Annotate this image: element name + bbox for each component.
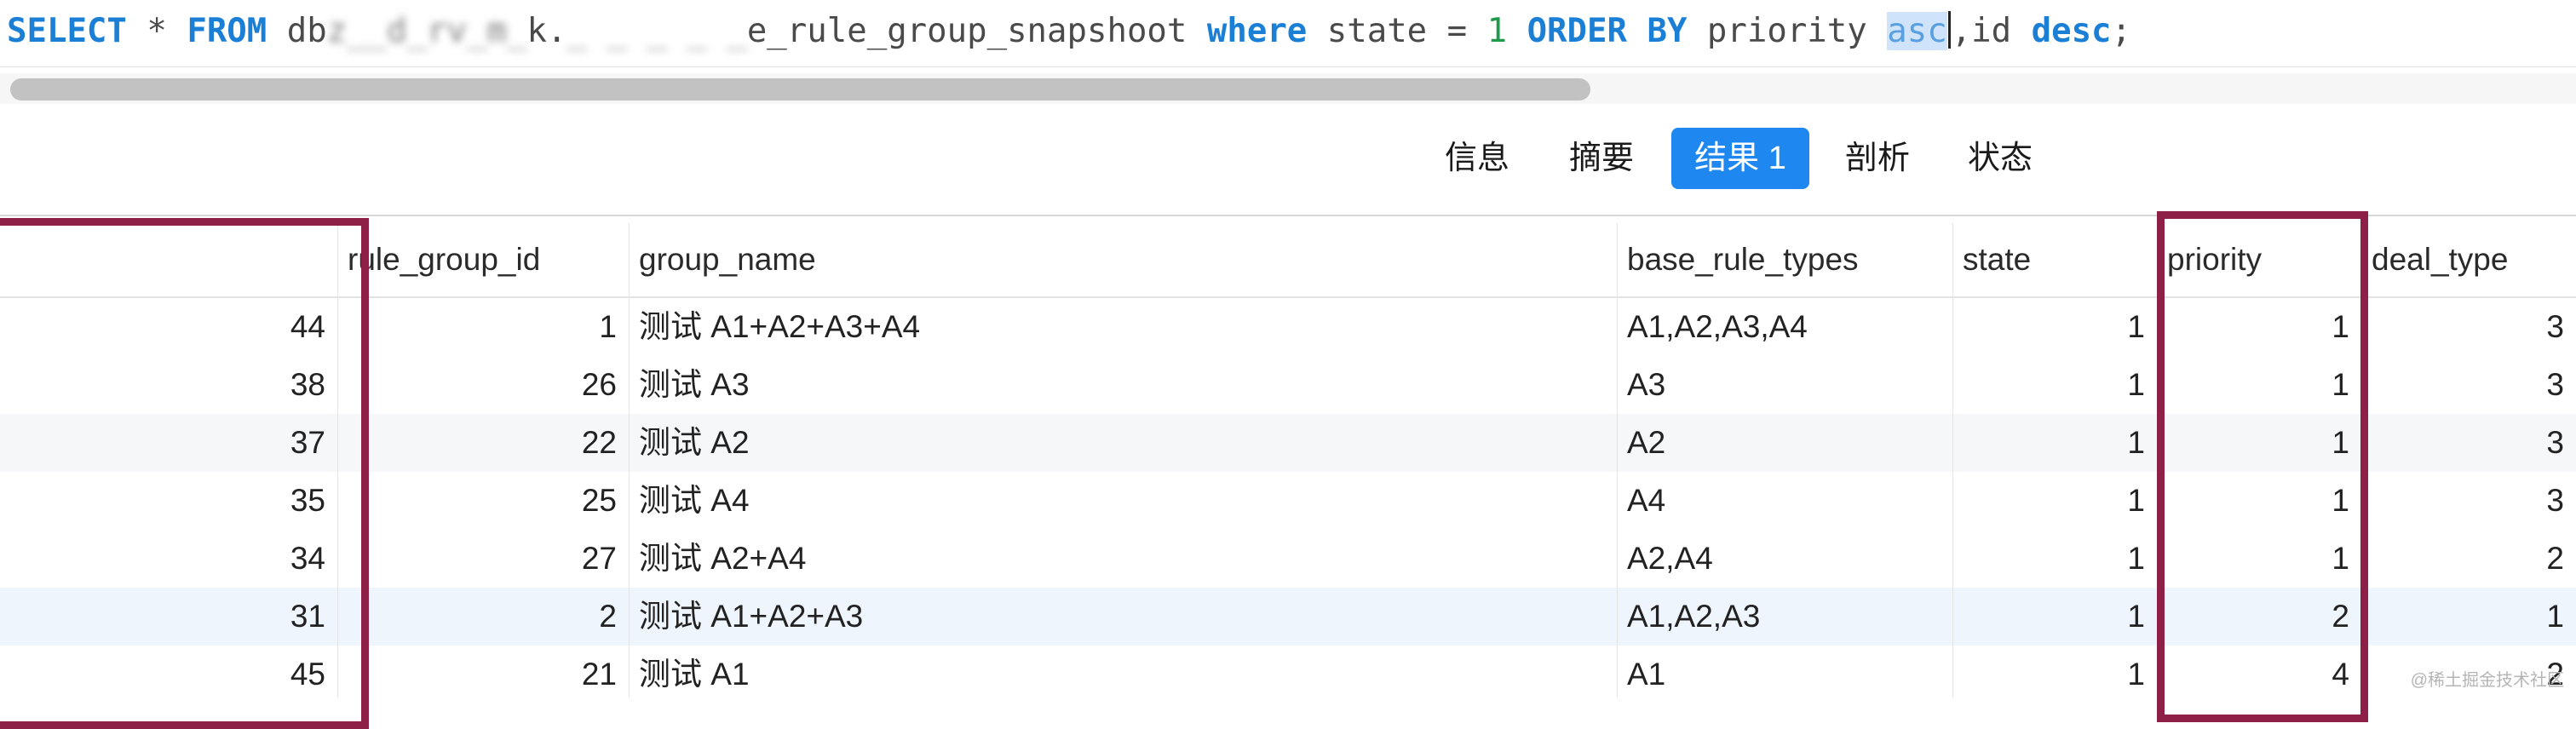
- cell-rule-group-id[interactable]: 22: [337, 414, 629, 472]
- cell-base-rule-types[interactable]: A4: [1617, 472, 1952, 530]
- cell-deal-type[interactable]: 3: [2361, 356, 2576, 414]
- cell-deal-type[interactable]: 3: [2361, 298, 2576, 356]
- column-separator: [629, 223, 630, 697]
- sql-token: _ _ _ _ _: [566, 12, 747, 50]
- tab-info[interactable]: 信息: [1428, 128, 1527, 189]
- cell-state[interactable]: 1: [1952, 472, 2157, 530]
- column-header-deal-type[interactable]: deal_type: [2361, 223, 2576, 296]
- sql-token: ,id: [1951, 12, 2032, 50]
- sql-token: where: [1206, 12, 1308, 50]
- sql-token: desc: [2031, 12, 2112, 50]
- horizontal-scrollbar-thumb[interactable]: [10, 78, 1590, 100]
- tab-profile[interactable]: 剖析: [1828, 128, 1927, 189]
- sql-token: e_rule_group_snapshoot: [746, 12, 1207, 50]
- cell-rule-group-id[interactable]: 25: [337, 472, 629, 530]
- cell-group-name[interactable]: 测试 A2+A4: [629, 530, 1617, 588]
- tab-summary[interactable]: 摘要: [1552, 128, 1651, 189]
- sql-token: state =: [1307, 12, 1487, 50]
- cell-rule-group-id[interactable]: 21: [337, 646, 629, 703]
- column-header-state[interactable]: state: [1952, 223, 2157, 296]
- cell-deal-type[interactable]: 2: [2361, 530, 2576, 588]
- tab-result-1[interactable]: 结果 1: [1671, 128, 1809, 189]
- column-separator: [1952, 223, 1953, 697]
- cell-group-name[interactable]: 测试 A1+A2+A3: [629, 588, 1617, 646]
- sql-token: SELECT: [7, 12, 127, 50]
- tab-status[interactable]: 状态: [1951, 128, 2050, 189]
- cell-base-rule-types[interactable]: A3: [1617, 356, 1952, 414]
- cell-base-rule-types[interactable]: A2,A4: [1617, 530, 1952, 588]
- cell-state[interactable]: 1: [1952, 414, 2157, 472]
- cell-base-rule-types[interactable]: A2: [1617, 414, 1952, 472]
- sql-token: FROM: [187, 12, 267, 50]
- annotation-box-id-column: [0, 218, 369, 729]
- sql-token: db: [267, 12, 327, 50]
- cell-state[interactable]: 1: [1952, 356, 2157, 414]
- sql-token: ;: [2111, 12, 2132, 50]
- cell-deal-type[interactable]: 3: [2361, 414, 2576, 472]
- cell-rule-group-id[interactable]: 26: [337, 356, 629, 414]
- cell-rule-group-id[interactable]: 27: [337, 530, 629, 588]
- sql-token: asc: [1887, 12, 1947, 50]
- sql-token: k.: [526, 12, 567, 50]
- cell-group-name[interactable]: 测试 A3: [629, 356, 1617, 414]
- annotation-box-priority-column: [2157, 211, 2368, 722]
- cell-base-rule-types[interactable]: A1,A2,A3,A4: [1617, 298, 1952, 356]
- cell-base-rule-types[interactable]: A1: [1617, 646, 1952, 703]
- cell-state[interactable]: 1: [1952, 298, 2157, 356]
- column-header-group-name[interactable]: group_name: [629, 223, 1617, 296]
- sql-token: z__d_rv_m_: [326, 12, 527, 50]
- sql-token: *: [126, 12, 187, 50]
- cell-group-name[interactable]: 测试 A2: [629, 414, 1617, 472]
- text-caret: [1947, 11, 1951, 49]
- cell-group-name[interactable]: 测试 A1+A2+A3+A4: [629, 298, 1617, 356]
- sql-token: ORDER BY: [1527, 12, 1688, 50]
- result-tabs: 信息 摘要 结果 1 剖析 状态: [0, 128, 2576, 189]
- cell-state[interactable]: 1: [1952, 646, 2157, 703]
- cell-state[interactable]: 1: [1952, 588, 2157, 646]
- cell-rule-group-id[interactable]: 1: [337, 298, 629, 356]
- cell-group-name[interactable]: 测试 A1: [629, 646, 1617, 703]
- sql-editor-line[interactable]: SELECT * FROM dbz__d_rv_m_k._ _ _ _ _e_r…: [7, 0, 2571, 63]
- watermark: @稀土掘金技术社区: [2410, 671, 2564, 690]
- sql-token: 1: [1486, 12, 1508, 50]
- cell-state[interactable]: 1: [1952, 530, 2157, 588]
- column-separator: [1617, 223, 1618, 697]
- cell-rule-group-id[interactable]: 2: [337, 588, 629, 646]
- cell-deal-type[interactable]: 3: [2361, 472, 2576, 530]
- cell-group-name[interactable]: 测试 A4: [629, 472, 1617, 530]
- column-header-rule-group-id[interactable]: rule_group_id: [337, 223, 629, 296]
- cell-base-rule-types[interactable]: A1,A2,A3: [1617, 588, 1952, 646]
- column-header-base-rule-types[interactable]: base_rule_types: [1617, 223, 1952, 296]
- sql-token: priority: [1687, 12, 1888, 50]
- editor-divider: [0, 66, 2576, 67]
- cell-deal-type[interactable]: 1: [2361, 588, 2576, 646]
